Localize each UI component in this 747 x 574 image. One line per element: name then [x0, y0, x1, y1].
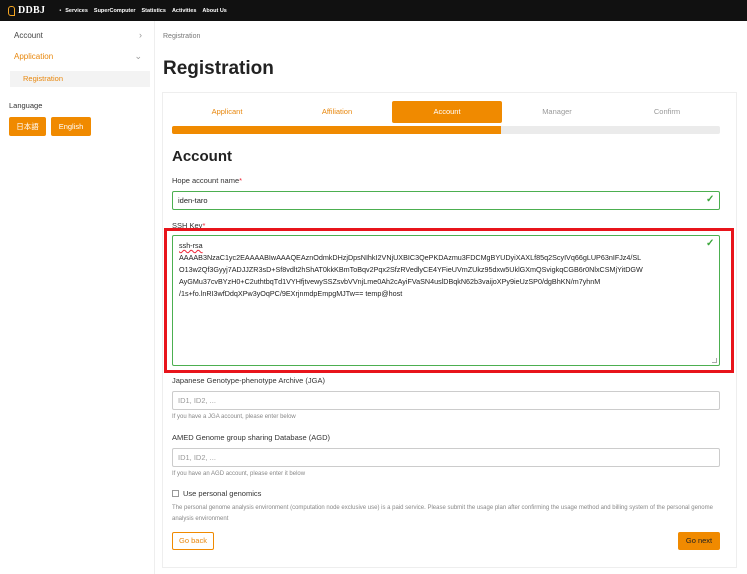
- jga-input[interactable]: ID1, ID2, ...: [172, 391, 720, 410]
- sidebar-item-label: Application: [14, 52, 54, 61]
- hope-account-input[interactable]: iden-taro: [172, 191, 720, 210]
- nav-activities[interactable]: Activities: [172, 8, 196, 14]
- personal-genomics-row[interactable]: Use personal genomics: [172, 489, 261, 498]
- ddbj-logo[interactable]: DDBJ: [8, 5, 45, 16]
- breadcrumb[interactable]: Registration: [163, 33, 200, 40]
- ddbj-logo-icon: [8, 5, 15, 16]
- top-nav: • Services SuperComputer Statistics Acti…: [59, 8, 233, 14]
- nav-bullet-icon: •: [59, 7, 62, 14]
- valid-check-icon: ✓: [706, 194, 715, 205]
- agd-label: AMED Genome group sharing Database (AGD): [172, 433, 330, 442]
- logo-text: DDBJ: [18, 5, 46, 16]
- sidebar-item-label: Account: [14, 30, 43, 40]
- jga-placeholder: ID1, ID2, ...: [178, 396, 216, 405]
- nav-services[interactable]: Services: [65, 8, 88, 14]
- nav-about-us[interactable]: About Us: [202, 8, 226, 14]
- agd-input[interactable]: ID1, ID2, ...: [172, 448, 720, 467]
- step-tabs: Applicant Affiliation Account Manager Co…: [172, 101, 722, 123]
- language-label: Language: [9, 101, 43, 110]
- personal-genomics-note: The personal genome analysis environment…: [172, 505, 713, 522]
- lang-japanese-button[interactable]: 日本語: [9, 117, 46, 136]
- step-affiliation[interactable]: Affiliation: [282, 101, 392, 123]
- sidebar-item-account[interactable]: Account ›: [14, 30, 142, 40]
- agd-placeholder: ID1, ID2, ...: [178, 453, 216, 462]
- agd-help: If you have an AGD account, please enter…: [172, 471, 306, 477]
- progress-bar: [172, 126, 720, 134]
- nav-supercomputer[interactable]: SuperComputer: [94, 8, 136, 14]
- go-back-button[interactable]: Go back: [172, 532, 214, 550]
- personal-genomics-label: Use personal genomics: [183, 489, 262, 498]
- page-title: Registration: [163, 58, 274, 79]
- step-manager: Manager: [542, 107, 572, 116]
- sidebar-subitem-registration[interactable]: Registration: [10, 71, 150, 87]
- top-bar: DDBJ • Services SuperComputer Statistics…: [0, 0, 747, 21]
- hope-account-label: Hope account name*: [172, 176, 243, 185]
- chevron-right-icon: ›: [139, 30, 142, 40]
- chevron-down-icon: ⌄: [134, 51, 142, 61]
- jga-label: Japanese Genotype-phenotype Archive (JGA…: [172, 376, 326, 385]
- section-title: Account: [172, 148, 232, 165]
- sidebar-item-application[interactable]: Application ⌄: [14, 51, 142, 62]
- sidebar: Account › Application ⌄ Registration Lan…: [0, 21, 155, 574]
- nav-statistics[interactable]: Statistics: [141, 8, 165, 14]
- lang-english-button[interactable]: English: [51, 117, 91, 136]
- step-applicant[interactable]: Applicant: [172, 101, 282, 123]
- step-account[interactable]: Account: [392, 101, 502, 123]
- personal-genomics-checkbox[interactable]: [172, 490, 179, 497]
- go-next-button[interactable]: Go next: [678, 532, 720, 550]
- progress-fill: [172, 126, 501, 134]
- highlight-box: [164, 228, 734, 373]
- step-confirm: Confirm: [653, 107, 681, 116]
- jga-help: If you have a JGA account, please enter …: [172, 414, 296, 420]
